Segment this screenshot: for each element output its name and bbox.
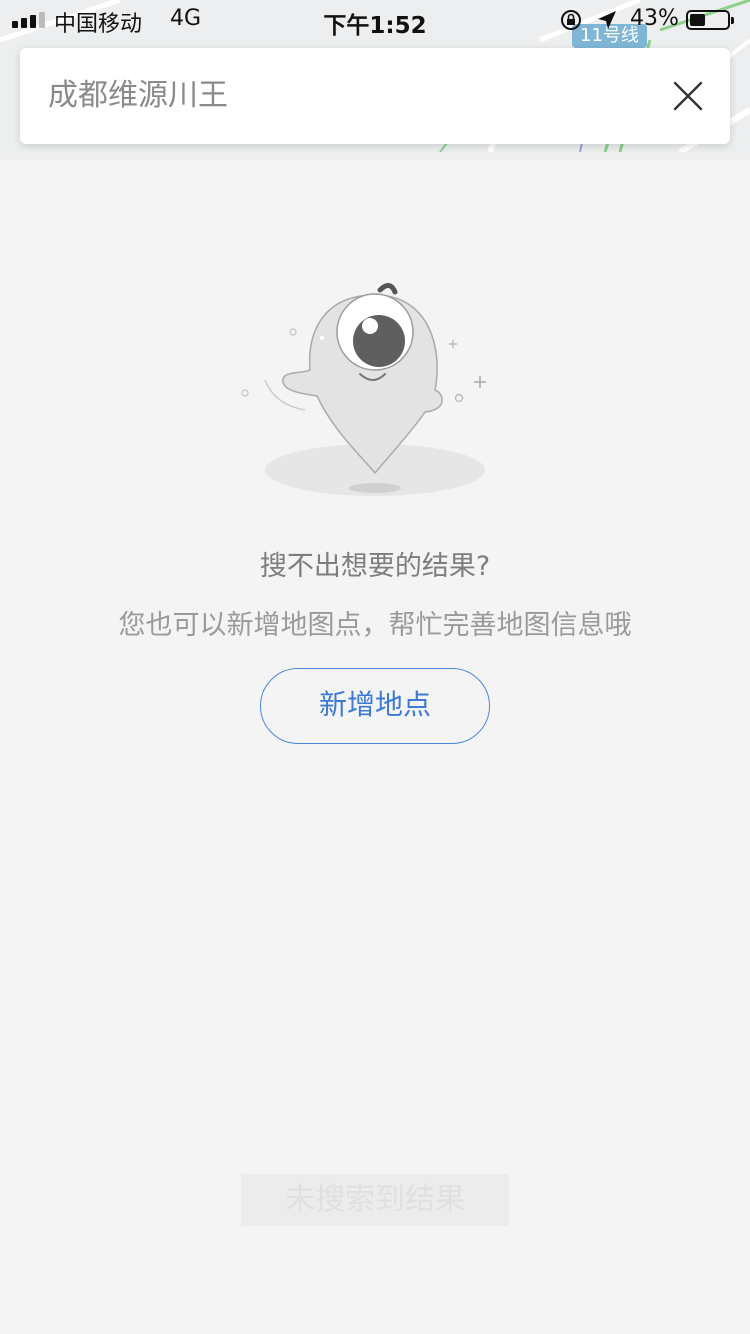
status-bar: 中国移动 4G 下午1:52 43%: [0, 0, 750, 40]
rotation-lock-icon: [561, 10, 581, 30]
battery-icon: [686, 10, 734, 30]
battery-percent: 43%: [630, 6, 679, 31]
location-arrow-icon: [598, 11, 616, 29]
divider: [0, 152, 750, 160]
add-place-button[interactable]: 新增地点: [260, 668, 490, 744]
search-input[interactable]: [48, 48, 608, 144]
empty-result-illustration: [241, 283, 486, 496]
close-icon[interactable]: [672, 80, 704, 112]
search-bar: [20, 48, 730, 144]
empty-state-title: 搜不出想要的结果?: [259, 551, 491, 582]
no-results-toast: 未搜索到结果: [241, 1174, 509, 1226]
empty-state-description: 您也可以新增地图点，帮忙完善地图信息哦: [118, 610, 632, 641]
